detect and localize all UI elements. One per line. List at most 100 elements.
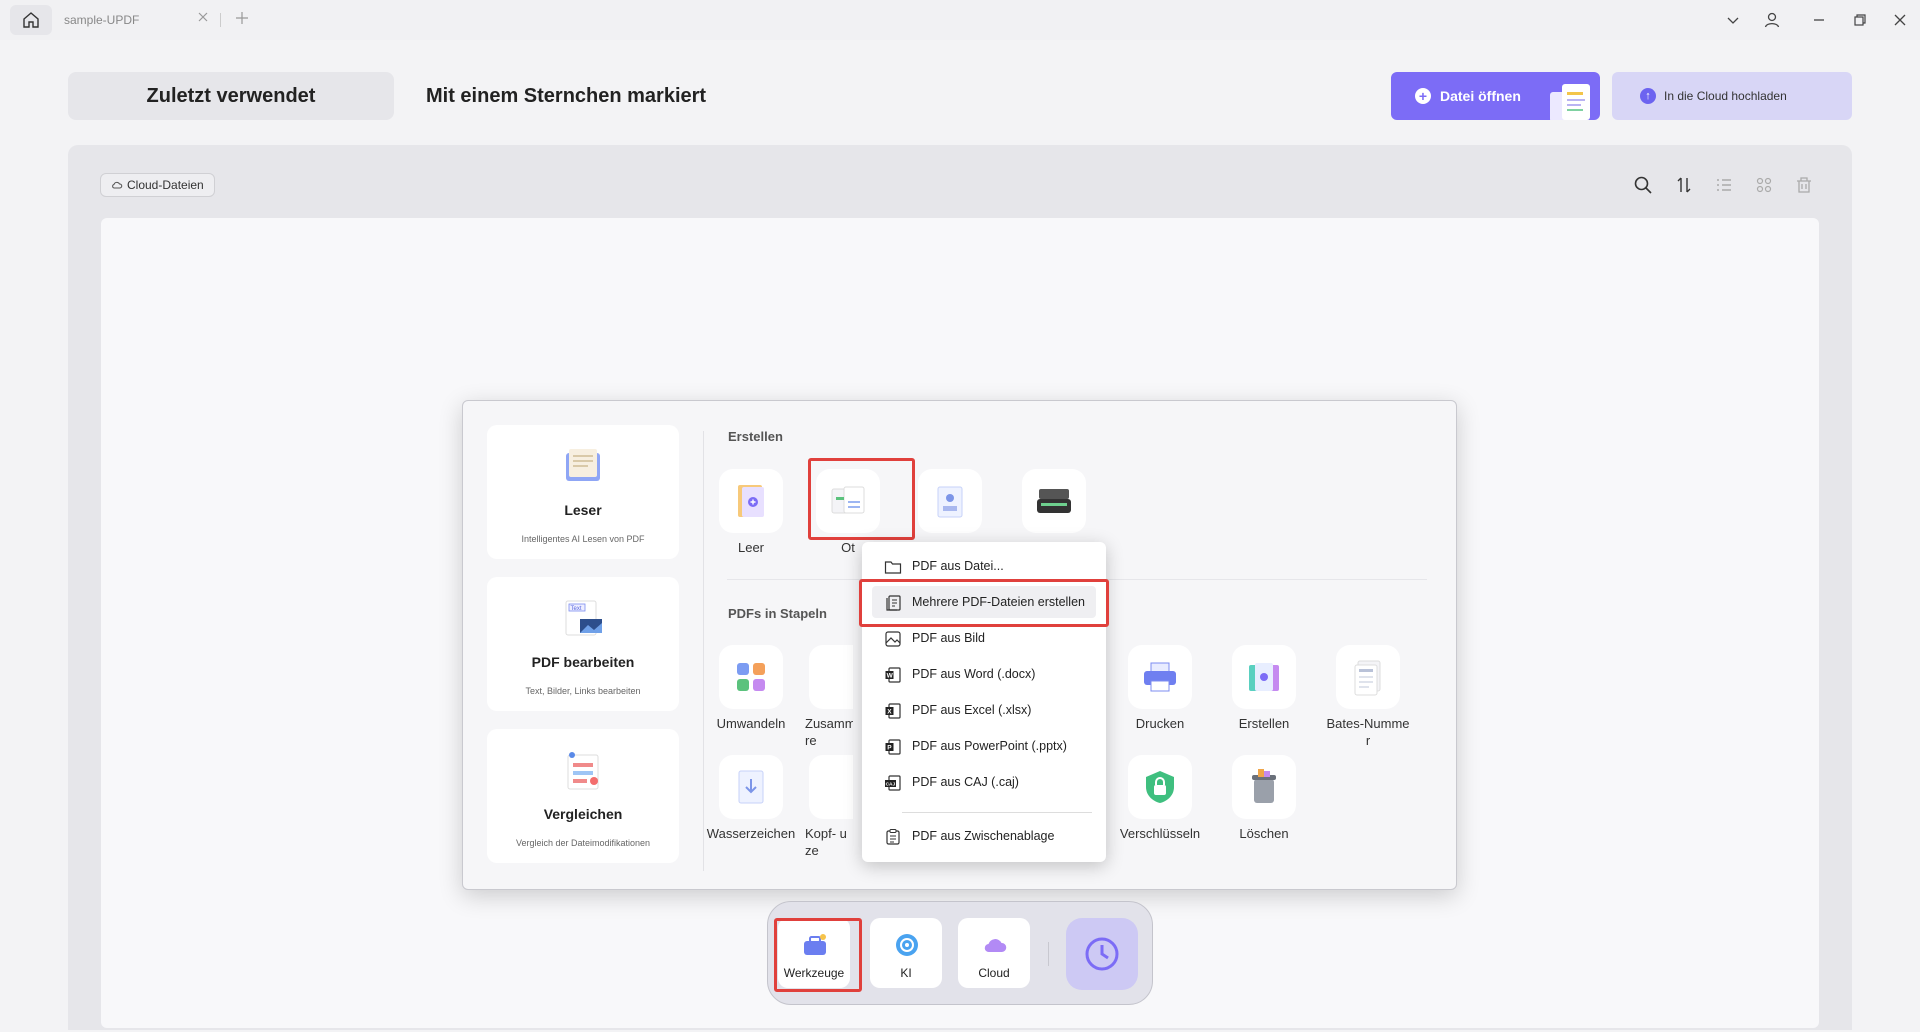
dock-ai-button[interactable]: KI xyxy=(870,918,942,988)
batch-section-title: PDFs in Stapeln xyxy=(728,606,827,621)
menu-from-image-label: PDF aus Bild xyxy=(912,631,985,645)
documents-illustration-icon xyxy=(1550,84,1590,120)
bin-icon xyxy=(1232,755,1296,819)
convert-icon xyxy=(719,645,783,709)
caj-icon: CAJ xyxy=(885,775,901,791)
close-window-icon[interactable] xyxy=(1890,10,1910,30)
home-icon xyxy=(23,12,39,28)
open-file-button[interactable]: + Datei öffnen xyxy=(1391,72,1600,120)
restore-icon[interactable] xyxy=(1850,10,1870,30)
trash-icon[interactable] xyxy=(1793,174,1815,196)
dock-cloud-button[interactable]: Cloud xyxy=(958,918,1030,988)
batch-create-icon xyxy=(1232,645,1296,709)
title-bar: sample-UPDF xyxy=(0,0,1920,40)
search-icon[interactable] xyxy=(1632,174,1654,196)
popup-divider xyxy=(703,431,704,871)
menu-item-from-powerpoint[interactable]: P PDF aus PowerPoint (.pptx) xyxy=(872,730,1096,762)
blank-page-icon xyxy=(719,469,783,533)
document-tab-title: sample-UPDF xyxy=(64,13,140,27)
home-button[interactable] xyxy=(10,5,52,35)
edit-pdf-title: PDF bearbeiten xyxy=(531,654,635,670)
reader-icon xyxy=(566,449,600,481)
menu-from-excel-label: PDF aus Excel (.xlsx) xyxy=(912,703,1032,717)
edit-pdf-desc: Text, Bilder, Links bearbeiten xyxy=(525,686,641,696)
menu-from-caj-label: PDF aus CAJ (.caj) xyxy=(912,775,1019,789)
close-tab-icon[interactable] xyxy=(196,10,210,24)
batch-create-label: Erstellen xyxy=(1238,716,1290,731)
combine-icon xyxy=(809,645,853,709)
account-icon[interactable] xyxy=(1762,10,1782,30)
plus-circle-icon: + xyxy=(1415,88,1431,104)
dock-cloud-label: Cloud xyxy=(978,966,1010,980)
batch-bates-tool[interactable]: Bates-Numme r xyxy=(1323,645,1413,749)
batch-encrypt-tool[interactable]: Verschlüsseln xyxy=(1115,755,1205,842)
menu-item-from-clipboard[interactable]: PDF aus Zwischenablage xyxy=(872,820,1096,852)
tab-divider xyxy=(220,13,221,27)
list-view-icon[interactable] xyxy=(1713,174,1735,196)
svg-text:W: W xyxy=(887,673,894,680)
new-tab-icon[interactable] xyxy=(234,10,250,26)
folder-icon xyxy=(884,561,902,574)
cloud-icon xyxy=(112,181,123,189)
word-icon: W xyxy=(885,667,901,683)
svg-text:CAJ: CAJ xyxy=(886,781,896,787)
excel-icon: X xyxy=(885,703,901,719)
upload-icon: ↑ xyxy=(1640,88,1656,104)
id-card-icon xyxy=(918,469,982,533)
menu-item-from-excel[interactable]: X PDF aus Excel (.xlsx) xyxy=(872,694,1096,726)
create-scan-id-tool[interactable] xyxy=(905,469,995,539)
batch-combine-label: Zusamm re xyxy=(805,716,853,748)
batch-header-footer-tool[interactable]: Kopf- u ze xyxy=(803,755,853,859)
batch-watermark-tool[interactable]: Wasserzeichen xyxy=(706,755,796,842)
cloud-upload-button[interactable]: ↑ In die Cloud hochladen xyxy=(1612,72,1852,120)
create-scanner-tool[interactable] xyxy=(1009,469,1099,539)
menu-item-from-file[interactable]: PDF aus Datei... xyxy=(872,550,1096,582)
batch-print-tool[interactable]: Drucken xyxy=(1115,645,1205,732)
bates-number-icon xyxy=(1336,645,1400,709)
image-icon xyxy=(885,631,901,647)
highlight-tools-button xyxy=(774,918,862,992)
header-footer-icon xyxy=(809,755,853,819)
menu-item-from-caj[interactable]: CAJ PDF aus CAJ (.caj) xyxy=(872,766,1096,798)
compare-title: Vergleichen xyxy=(543,806,623,822)
batch-create-tool[interactable]: Erstellen xyxy=(1219,645,1309,732)
svg-text:Text: Text xyxy=(571,606,582,612)
clipboard-icon xyxy=(886,829,900,845)
batch-convert-tool[interactable]: Umwandeln xyxy=(706,645,796,732)
dock-divider xyxy=(1048,942,1049,966)
dock-history-button[interactable] xyxy=(1066,918,1138,990)
reader-title: Leser xyxy=(564,502,602,518)
cloud-files-chip[interactable]: Cloud-Dateien xyxy=(100,173,215,197)
batch-convert-label: Umwandeln xyxy=(716,716,786,731)
highlight-multiple-files xyxy=(859,579,1109,627)
chevron-down-icon[interactable] xyxy=(1723,10,1743,30)
batch-watermark-label: Wasserzeichen xyxy=(706,826,796,841)
create-blank-label: Leer xyxy=(737,540,765,555)
tab-recent[interactable]: Zuletzt verwendet xyxy=(68,72,394,120)
batch-delete-tool[interactable]: Löschen xyxy=(1219,755,1309,842)
document-tab[interactable]: sample-UPDF xyxy=(56,4,216,36)
printer-icon xyxy=(1128,645,1192,709)
svg-text:P: P xyxy=(887,745,892,752)
svg-text:X: X xyxy=(887,709,892,716)
tab-starred[interactable]: Mit einem Sternchen markiert xyxy=(426,72,706,120)
reader-desc: Intelligentes AI Lesen von PDF xyxy=(521,534,645,544)
dock-ai-label: KI xyxy=(900,966,912,980)
lock-shield-icon xyxy=(1128,755,1192,819)
grid-view-icon[interactable] xyxy=(1753,174,1775,196)
history-icon xyxy=(1085,937,1119,971)
create-blank-tool[interactable]: Leer xyxy=(706,469,796,556)
minimize-icon[interactable] xyxy=(1809,10,1829,30)
batch-combine-tool[interactable]: Zusamm re xyxy=(803,645,853,749)
compare-card[interactable]: Vergleichen Vergleich der Dateimodifikat… xyxy=(487,729,679,863)
batch-delete-label: Löschen xyxy=(1239,826,1289,841)
powerpoint-icon: P xyxy=(885,739,901,755)
edit-pdf-card[interactable]: Text PDF bearbeiten Text, Bilder, Links … xyxy=(487,577,679,711)
menu-item-from-word[interactable]: W PDF aus Word (.docx) xyxy=(872,658,1096,690)
sort-icon[interactable] xyxy=(1673,174,1695,196)
open-file-label: Datei öffnen xyxy=(1440,88,1521,104)
highlight-create-tool xyxy=(808,458,915,540)
watermark-icon xyxy=(719,755,783,819)
batch-print-label: Drucken xyxy=(1135,716,1185,731)
reader-card[interactable]: Leser Intelligentes AI Lesen von PDF xyxy=(487,425,679,559)
